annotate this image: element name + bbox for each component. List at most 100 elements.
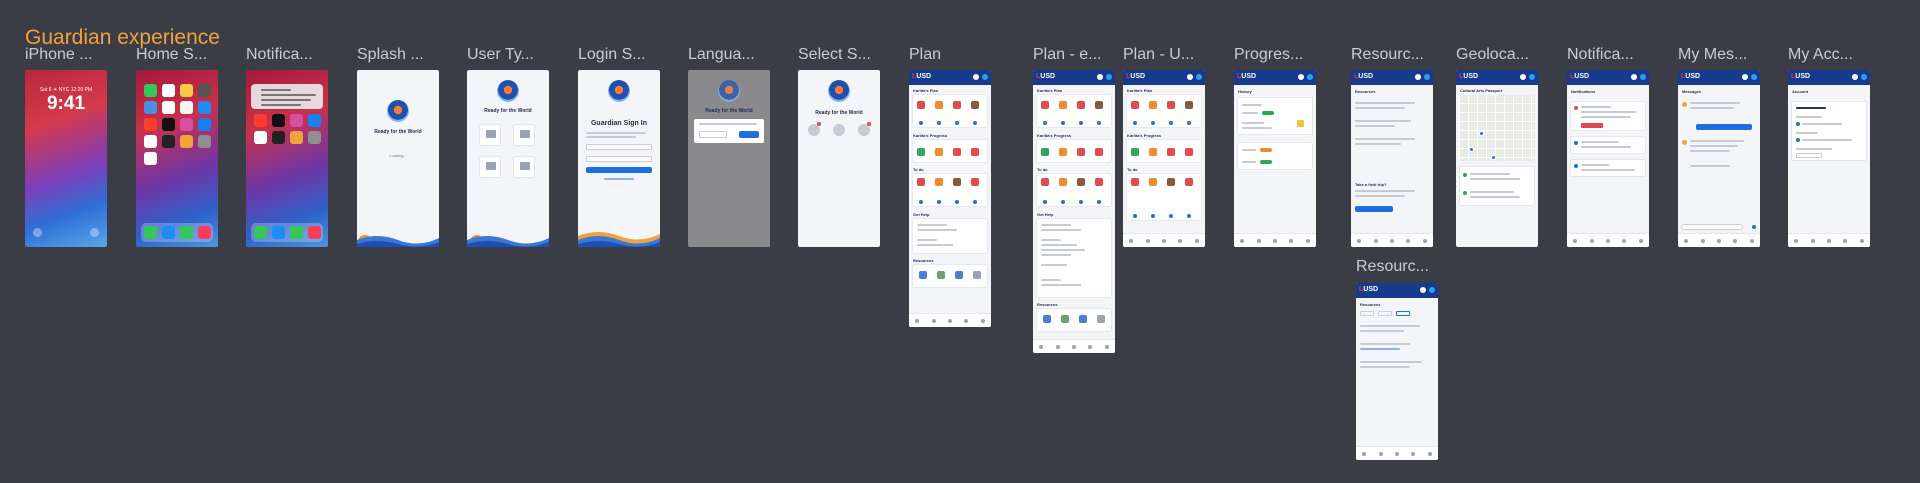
frame-label-user-type[interactable]: User Ty... xyxy=(467,46,534,64)
frame-resources-alt-screen[interactable]: LUSD Resources xyxy=(1356,283,1438,460)
frame-splash-screen[interactable]: Ready for the World Loading... xyxy=(357,70,439,247)
facetime-icon[interactable] xyxy=(143,84,157,97)
bell-icon[interactable] xyxy=(1631,74,1637,80)
notification-item[interactable] xyxy=(1570,159,1646,177)
field-trip-button[interactable] xyxy=(1355,206,1393,212)
frame-notification-screen[interactable] xyxy=(246,70,328,247)
avatar[interactable] xyxy=(1861,74,1867,80)
phone-icon[interactable] xyxy=(143,226,157,239)
avatar[interactable] xyxy=(1529,74,1535,80)
settings-icon[interactable] xyxy=(197,135,211,148)
history-card[interactable] xyxy=(1237,97,1313,135)
frame-iphone-lock-screen[interactable]: Sat 6 ☀ NYC 12:20 PM 9:41 xyxy=(25,70,107,247)
frame-geolocation-screen[interactable]: LUSD Cultural Arts Passport xyxy=(1456,70,1538,247)
safari-icon[interactable] xyxy=(271,226,285,239)
plan-card[interactable] xyxy=(1036,94,1112,128)
notification-banner[interactable] xyxy=(251,84,323,109)
avatar[interactable] xyxy=(1640,74,1646,80)
frame-progress-screen[interactable]: LUSD History xyxy=(1234,70,1316,247)
weather-icon[interactable] xyxy=(197,101,211,114)
tab-resource-2[interactable] xyxy=(1378,311,1392,316)
message-input[interactable] xyxy=(1681,224,1743,230)
notification-item[interactable] xyxy=(1570,101,1646,131)
avatar[interactable] xyxy=(1307,74,1313,80)
frame-notifications-screen[interactable]: LUSD Notifications xyxy=(1567,70,1649,247)
avatar[interactable] xyxy=(1429,287,1435,293)
news-icon[interactable] xyxy=(143,118,157,131)
progress-card[interactable] xyxy=(1126,139,1202,163)
flashlight-icon[interactable] xyxy=(33,228,42,237)
safari-icon[interactable] xyxy=(161,226,175,239)
frame-label-plan[interactable]: Plan xyxy=(909,46,941,64)
map-view[interactable] xyxy=(1459,95,1535,161)
podcasts-icon[interactable] xyxy=(179,118,193,131)
news-icon[interactable] xyxy=(253,114,267,127)
progress-card[interactable] xyxy=(912,139,988,163)
bell-icon[interactable] xyxy=(973,74,979,80)
settings-icon[interactable] xyxy=(307,131,321,144)
podcasts-icon[interactable] xyxy=(289,114,303,127)
tv-icon[interactable] xyxy=(271,114,285,127)
map-pin-icon[interactable] xyxy=(1469,147,1474,152)
account-settings-card[interactable] xyxy=(1791,101,1867,161)
user-type-student-tile[interactable] xyxy=(513,124,535,146)
user-type-guardian-tile[interactable] xyxy=(479,124,501,146)
appstore-icon[interactable] xyxy=(307,114,321,127)
frame-label-progress[interactable]: Progres... xyxy=(1234,46,1303,64)
camera-app-icon[interactable] xyxy=(197,84,211,97)
resources-card[interactable] xyxy=(1036,308,1112,332)
frame-plan-updated-screen[interactable]: LUSD Karlita's Plan Karlita's Progress T… xyxy=(1123,70,1205,247)
history-card-2[interactable] xyxy=(1237,142,1313,170)
avatar[interactable] xyxy=(1424,74,1430,80)
frame-my-account-screen[interactable]: LUSD Account xyxy=(1788,70,1870,247)
bell-icon[interactable] xyxy=(1415,74,1421,80)
frame-user-type-screen[interactable]: Ready for the World xyxy=(467,70,549,247)
camera-icon[interactable] xyxy=(90,228,99,237)
frame-my-messages-screen[interactable]: LUSD Messages xyxy=(1678,70,1760,247)
location-list[interactable] xyxy=(1459,166,1535,206)
language-select[interactable] xyxy=(699,131,727,138)
frame-login-screen[interactable]: Guardian Sign In xyxy=(578,70,660,247)
music-icon[interactable] xyxy=(307,226,321,239)
password-field[interactable] xyxy=(586,156,652,162)
music-icon[interactable] xyxy=(197,226,211,239)
frame-label-splash[interactable]: Splash ... xyxy=(357,46,424,64)
clock-icon[interactable] xyxy=(161,101,175,114)
mail-icon[interactable] xyxy=(143,101,157,114)
frame-label-my-account[interactable]: My Acc... xyxy=(1788,46,1853,64)
frame-label-notification[interactable]: Notifica... xyxy=(246,46,313,64)
notification-action-button[interactable] xyxy=(1581,123,1603,128)
frame-label-plan-e[interactable]: Plan - e... xyxy=(1033,46,1101,64)
bell-icon[interactable] xyxy=(1852,74,1858,80)
get-help-card[interactable] xyxy=(912,218,988,254)
maps-icon[interactable] xyxy=(179,101,193,114)
frame-label-home-screen[interactable]: Home S... xyxy=(136,46,207,64)
send-icon[interactable] xyxy=(1752,225,1756,229)
forgot-password-link[interactable] xyxy=(604,178,634,180)
progress-card[interactable] xyxy=(1036,139,1112,163)
calendar-icon[interactable] xyxy=(161,84,175,97)
sign-in-button[interactable] xyxy=(586,167,652,173)
frame-label-login[interactable]: Login S... xyxy=(578,46,646,64)
plan-card[interactable] xyxy=(912,94,988,128)
frame-label-language[interactable]: Langua... xyxy=(688,46,755,64)
frame-label-resources-2[interactable]: Resourc... xyxy=(1356,258,1429,276)
books-icon[interactable] xyxy=(289,131,303,144)
wallet-icon[interactable] xyxy=(271,131,285,144)
frame-resources-screen[interactable]: LUSD Resources Take a field trip? xyxy=(1351,70,1433,247)
frame-label-resources[interactable]: Resourc... xyxy=(1351,46,1424,64)
user-type-other-tile[interactable] xyxy=(513,156,535,178)
language-select[interactable] xyxy=(1796,153,1822,158)
frame-label-my-messages[interactable]: My Mes... xyxy=(1678,46,1747,64)
frame-home-screen[interactable] xyxy=(136,70,218,247)
get-help-expanded-card[interactable] xyxy=(1036,218,1112,298)
todo-card[interactable] xyxy=(1126,173,1202,221)
avatar[interactable] xyxy=(1751,74,1757,80)
frame-plan-expanded-screen[interactable]: LUSD Karlita's Plan Karlita's Progress T… xyxy=(1033,70,1115,353)
frame-label-select-student[interactable]: Select S... xyxy=(798,46,871,64)
avatar[interactable] xyxy=(1196,74,1202,80)
usd-app-icon[interactable] xyxy=(143,152,157,165)
bell-icon[interactable] xyxy=(1187,74,1193,80)
frame-label-iphone[interactable]: iPhone ... xyxy=(25,46,93,64)
frame-language-screen[interactable]: Ready for the World xyxy=(688,70,770,247)
